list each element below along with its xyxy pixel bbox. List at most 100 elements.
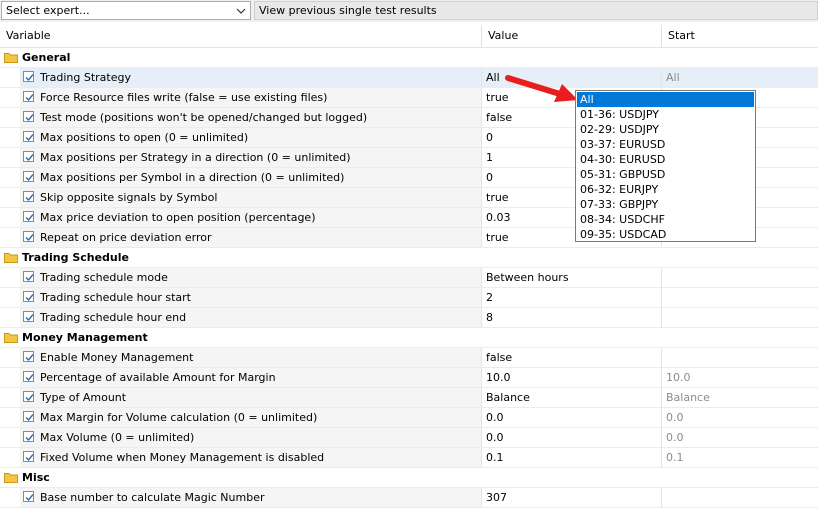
param-row[interactable]: Trading schedule hour end 8	[0, 308, 818, 328]
folder-icon	[4, 333, 18, 343]
param-value-cell[interactable]: false	[481, 348, 661, 367]
param-name: Test mode (positions won't be opened/cha…	[40, 111, 368, 124]
checkbox-checked-icon[interactable]	[23, 171, 34, 182]
view-previous-results-button[interactable]: View previous single test results	[254, 1, 818, 20]
param-value: Between hours	[486, 271, 569, 284]
checkbox-checked-icon[interactable]	[23, 411, 34, 422]
param-name-cell: Max positions per Strategy in a directio…	[20, 148, 481, 167]
param-start-cell[interactable]	[661, 268, 818, 287]
param-value-cell[interactable]: 0.1	[481, 448, 661, 467]
dropdown-option[interactable]: 06-32: EURJPY	[577, 182, 754, 197]
column-header-variable[interactable]: Variable	[0, 25, 481, 47]
param-row[interactable]: Trading Strategy All All	[0, 68, 818, 88]
param-row[interactable]: Percentage of available Amount for Margi…	[0, 368, 818, 388]
param-start-cell[interactable]: 0.1	[661, 448, 818, 467]
checkbox-checked-icon[interactable]	[23, 431, 34, 442]
param-row[interactable]: Max Margin for Volume calculation (0 = u…	[0, 408, 818, 428]
checkbox-checked-icon[interactable]	[23, 451, 34, 462]
dropdown-option[interactable]: 09-35: USDCAD	[577, 227, 754, 242]
param-start-cell[interactable]: 0.0	[661, 428, 818, 447]
param-value-cell[interactable]: Between hours	[481, 268, 661, 287]
param-value-cell[interactable]: 307	[481, 488, 661, 507]
param-start-cell[interactable]	[661, 488, 818, 507]
expert-select[interactable]: Select expert...	[1, 1, 251, 20]
checkbox-checked-icon[interactable]	[23, 211, 34, 222]
param-start-cell[interactable]: All	[661, 68, 818, 87]
param-value: true	[486, 231, 509, 244]
param-row[interactable]: Trading schedule hour start 2	[0, 288, 818, 308]
param-row[interactable]: Max Volume (0 = unlimited) 0.0 0.0	[0, 428, 818, 448]
param-value-cell[interactable]: 2	[481, 288, 661, 307]
dropdown-option[interactable]: 02-29: USDJPY	[577, 122, 754, 137]
param-row[interactable]: Trading schedule mode Between hours	[0, 268, 818, 288]
toolbar: Select expert... View previous single te…	[0, 0, 818, 22]
param-start-cell[interactable]: 0.0	[661, 408, 818, 427]
param-value-cell[interactable]: 10.0	[481, 368, 661, 387]
param-name: Base number to calculate Magic Number	[40, 491, 265, 504]
checkbox-checked-icon[interactable]	[23, 391, 34, 402]
param-start: Balance	[666, 391, 710, 404]
param-name-cell: Trading schedule hour start	[20, 288, 481, 307]
column-header-value[interactable]: Value	[481, 25, 661, 47]
group-row[interactable]: Misc	[0, 468, 818, 488]
checkbox-checked-icon[interactable]	[23, 91, 34, 102]
param-name-cell: Repeat on price deviation error	[20, 228, 481, 247]
checkbox-checked-icon[interactable]	[23, 191, 34, 202]
param-value-cell[interactable]: 0.0	[481, 428, 661, 447]
param-start-cell[interactable]: 10.0	[661, 368, 818, 387]
param-row[interactable]: Base number to calculate Magic Number 307	[0, 488, 818, 508]
dropdown-option[interactable]: 07-33: GBPJPY	[577, 197, 754, 212]
param-value: 2	[486, 291, 493, 304]
checkbox-checked-icon[interactable]	[23, 291, 34, 302]
group-title: Trading Schedule	[22, 251, 129, 264]
param-name: Max price deviation to open position (pe…	[40, 211, 316, 224]
param-value-cell[interactable]: Balance	[481, 388, 661, 407]
checkbox-checked-icon[interactable]	[23, 111, 34, 122]
param-start-cell[interactable]	[661, 288, 818, 307]
param-name: Trading schedule mode	[40, 271, 168, 284]
chevron-down-icon	[236, 8, 246, 14]
param-name: Repeat on price deviation error	[40, 231, 212, 244]
column-header-start[interactable]: Start	[661, 25, 818, 47]
group-row[interactable]: General	[0, 48, 818, 68]
param-start-cell[interactable]	[661, 348, 818, 367]
dropdown-option[interactable]: 03-37: EURUSD	[577, 137, 754, 152]
param-name-cell: Trading Strategy	[20, 68, 481, 87]
dropdown-option[interactable]: 08-34: USDCHF	[577, 212, 754, 227]
param-name-cell: Trading schedule mode	[20, 268, 481, 287]
checkbox-checked-icon[interactable]	[23, 151, 34, 162]
param-start-cell[interactable]: Balance	[661, 388, 818, 407]
checkbox-checked-icon[interactable]	[23, 271, 34, 282]
param-row[interactable]: Type of Amount Balance Balance	[0, 388, 818, 408]
param-value-cell[interactable]: 8	[481, 308, 661, 327]
group-row[interactable]: Trading Schedule	[0, 248, 818, 268]
checkbox-checked-icon[interactable]	[23, 71, 34, 82]
param-name-cell: Force Resource files write (false = use …	[20, 88, 481, 107]
param-row[interactable]: Enable Money Management false	[0, 348, 818, 368]
param-row[interactable]: Fixed Volume when Money Management is di…	[0, 448, 818, 468]
param-name: Trading schedule hour end	[40, 311, 187, 324]
dropdown-option[interactable]: All	[577, 92, 754, 107]
param-start-cell[interactable]	[661, 308, 818, 327]
group-title: Misc	[22, 471, 50, 484]
checkbox-checked-icon[interactable]	[23, 491, 34, 502]
param-name: Max positions to open (0 = unlimited)	[40, 131, 249, 144]
param-name-cell: Percentage of available Amount for Margi…	[20, 368, 481, 387]
checkbox-checked-icon[interactable]	[23, 231, 34, 242]
param-value: Balance	[486, 391, 530, 404]
dropdown-option[interactable]: 01-36: USDJPY	[577, 107, 754, 122]
checkbox-checked-icon[interactable]	[23, 311, 34, 322]
checkbox-checked-icon[interactable]	[23, 351, 34, 362]
folder-icon	[4, 473, 18, 483]
param-value: 0.03	[486, 211, 511, 224]
checkbox-checked-icon[interactable]	[23, 131, 34, 142]
param-name-cell: Max Margin for Volume calculation (0 = u…	[20, 408, 481, 427]
param-value: All	[486, 71, 500, 84]
dropdown-option[interactable]: 04-30: EURUSD	[577, 152, 754, 167]
group-row[interactable]: Money Management	[0, 328, 818, 348]
dropdown-option[interactable]: 05-31: GBPUSD	[577, 167, 754, 182]
param-value-cell[interactable]: 0.0	[481, 408, 661, 427]
checkbox-checked-icon[interactable]	[23, 371, 34, 382]
param-name-cell: Base number to calculate Magic Number	[20, 488, 481, 507]
trading-strategy-dropdown-list[interactable]: All 01-36: USDJPY 02-29: USDJPY 03-37: EURU…	[575, 90, 756, 242]
